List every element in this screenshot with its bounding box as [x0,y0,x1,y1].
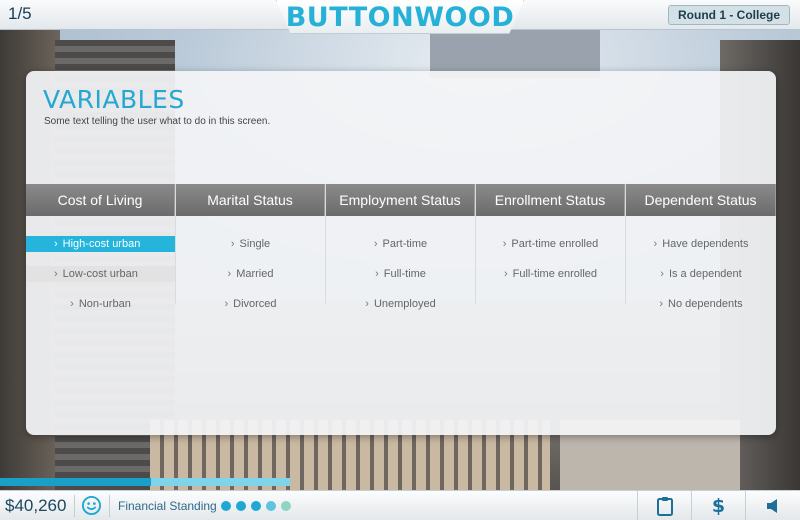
chevron-right-icon: › [54,268,58,280]
column-header: Employment Status [326,184,475,216]
chevron-right-icon: › [230,238,235,250]
option-item[interactable]: › Divorced [176,296,325,312]
option-item[interactable]: › Have dependents [626,236,776,252]
chevron-right-icon: › [373,238,378,250]
chevron-right-icon: › [375,268,379,280]
chevron-right-icon: › [70,298,74,310]
option-label: Low-cost urban [62,268,138,280]
option-item[interactable]: › Single [176,236,325,252]
chevron-right-icon: › [503,268,508,280]
column-header: Marital Status [176,184,325,216]
option-label: High-cost urban [62,238,141,250]
chevron-right-icon: › [365,298,369,310]
divider [109,495,110,517]
page-instructions: Some text telling the user what to do in… [44,116,271,127]
chevron-right-icon: › [227,268,232,280]
standing-dot [236,501,246,511]
variable-columns: Cost of Living › High-cost urban › Low-cost … [26,184,776,310]
finances-button[interactable]: $ [691,491,745,520]
variable-column: Employment Status › Part-time › Full-time › Un… [326,184,476,310]
dollar-icon: $ [711,495,726,517]
option-list: › Have dependents › Is a dependent › No depen… [626,216,776,312]
variable-column: Enrollment Status › Part-time enrolled › Ful… [476,184,626,304]
option-item[interactable]: › Is a dependent [626,266,776,282]
standing-dot [281,501,291,511]
clipboard-button[interactable] [637,491,691,520]
smiley-icon [81,495,102,516]
option-list: › Part-time › Full-time › Unemployed [326,216,475,312]
option-label: Is a dependent [668,268,742,280]
column-header: Dependent Status [626,184,776,216]
standing-dot [221,501,231,511]
option-label: Married [236,268,274,280]
bottom-bar: $40,260 Financial Standing $ [0,490,800,520]
option-list: › High-cost urban › Low-cost urban › Non-urba… [26,216,175,312]
option-label: Non-urban [78,298,131,310]
option-label: Full-time enrolled [512,268,598,280]
option-item[interactable]: › Unemployed [326,296,475,312]
option-item[interactable]: › Full-time enrolled [476,266,625,282]
top-bar: 1/5 BUTTONWOOD Round 1 - College [0,0,800,34]
option-item[interactable]: › Full-time [326,266,475,282]
option-label: Unemployed [373,298,436,310]
progress-fill [0,478,151,486]
financial-standing-meter [221,501,291,511]
standing-dot [251,501,261,511]
option-item[interactable]: › High-cost urban [26,236,175,252]
option-item[interactable]: › Part-time enrolled [476,236,625,252]
variable-column: Marital Status › Single › Married › Divorced [176,184,326,310]
chevron-right-icon: › [659,298,664,310]
sound-button[interactable] [745,491,799,520]
option-list: › Single › Married › Divorced [176,216,325,312]
option-item[interactable]: › Married [176,266,325,282]
clipboard-icon [656,497,673,516]
page-title: VARIABLES [43,85,185,114]
screen-counter: 1/5 [8,4,32,23]
option-label: Full-time [383,268,426,280]
option-label: Single [239,238,271,250]
divider [74,495,75,517]
money-balance: $40,260 [5,496,67,515]
option-label: Part-time enrolled [511,238,599,250]
option-item[interactable]: › No dependents [626,296,776,312]
column-header: Cost of Living [26,184,175,216]
option-label: No dependents [668,298,743,310]
variables-panel: VARIABLES Some text telling the user wha… [26,71,776,435]
brand-logo: BUTTONWOOD [285,2,515,33]
variable-column: Dependent Status › Have dependents › Is a de… [626,184,776,310]
option-list: › Part-time enrolled › Full-time enrolled [476,216,625,282]
option-item[interactable]: › Low-cost urban [26,266,175,282]
chevron-right-icon: › [660,268,664,280]
chevron-right-icon: › [502,238,507,250]
option-label: Part-time [382,238,428,250]
chevron-right-icon: › [653,238,658,250]
option-item[interactable]: › Part-time [326,236,475,252]
speaker-icon [766,499,777,513]
financial-standing-label: Financial Standing [118,499,217,513]
standing-dot [266,501,276,511]
option-label: Divorced [233,298,277,310]
chevron-right-icon: › [54,238,58,250]
column-header: Enrollment Status [476,184,625,216]
option-item[interactable]: › Non-urban [26,296,175,312]
variable-column: Cost of Living › High-cost urban › Low-cost … [26,184,176,310]
chevron-right-icon: › [224,298,229,310]
option-label: Have dependents [662,238,749,250]
round-badge: Round 1 - College [668,5,790,25]
